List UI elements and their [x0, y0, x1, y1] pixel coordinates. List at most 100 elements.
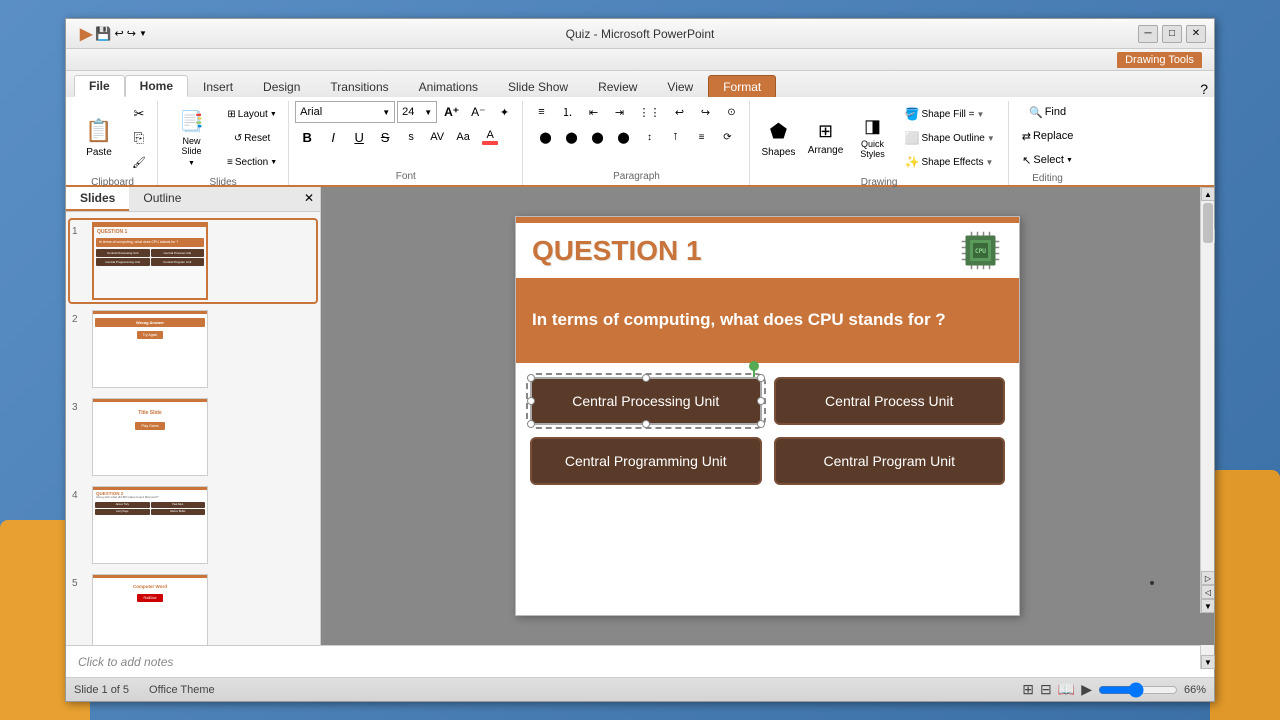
section-button[interactable]: ≡ Section ▼ — [222, 151, 282, 173]
slide-item[interactable]: 3 Title Slide Play Game — [70, 396, 316, 478]
tab-file[interactable]: File — [74, 75, 125, 97]
slide-item[interactable]: 1 QUESTION 1 In terms of computing, what… — [70, 220, 316, 302]
tab-home[interactable]: Home — [125, 75, 188, 97]
font-increase-button[interactable]: A⁺ — [439, 101, 464, 123]
canvas-scroll-up[interactable]: ▲ — [1201, 187, 1214, 201]
bold-button[interactable]: B — [295, 126, 319, 148]
bullets-button[interactable]: ≡ — [529, 101, 553, 123]
clear-format-button[interactable]: ✦ — [492, 101, 516, 123]
smart-art-button[interactable]: ⊙ — [719, 101, 743, 123]
tab-review[interactable]: Review — [583, 75, 652, 97]
slide-item[interactable]: 4 QUESTION 2 Along with what did Bill Ga… — [70, 484, 316, 566]
canvas-scroll-thumb[interactable] — [1203, 203, 1213, 243]
canvas-scroll-down[interactable]: ▼ — [1201, 599, 1214, 613]
undo-icon[interactable]: ↩ — [115, 27, 124, 40]
tab-transitions[interactable]: Transitions — [315, 75, 403, 97]
line-spacing-button[interactable]: ↕ — [637, 126, 661, 148]
tab-animations[interactable]: Animations — [404, 75, 493, 97]
panel-tab-outline[interactable]: Outline — [129, 187, 195, 211]
drawing-tools-bar: Drawing Tools — [66, 49, 1214, 71]
convert-smartart-button[interactable]: ⟳ — [715, 126, 739, 148]
tab-slideshow[interactable]: Slide Show — [493, 75, 583, 97]
shape-effects-button[interactable]: ✨ Shape Effects ▼ — [897, 151, 1001, 173]
shape-fill-button[interactable]: 🪣 Shape Fill = ▼ — [897, 103, 1001, 125]
shadow-button[interactable]: s — [399, 126, 423, 148]
answer-button-4[interactable]: Central Program Unit — [774, 437, 1006, 485]
save-icon[interactable]: 💾 — [95, 26, 111, 42]
zoom-slider[interactable] — [1098, 682, 1178, 698]
handle-bc[interactable] — [642, 420, 650, 428]
layout-button[interactable]: ⊞ Layout ▼ — [222, 103, 282, 125]
ltr-button[interactable]: ↪ — [693, 101, 717, 123]
slide-item[interactable]: 2 Wrong Answer Try Again — [70, 308, 316, 390]
align-left-button[interactable]: ⬤ — [533, 126, 557, 148]
canvas-scroll-extra2[interactable]: ▷ — [1201, 571, 1214, 585]
justify-button[interactable]: ⬤ — [611, 126, 635, 148]
answer-button-1[interactable]: Central Processing Unit — [530, 377, 762, 425]
handle-ml[interactable] — [527, 397, 535, 405]
strikethrough-button[interactable]: S — [373, 126, 397, 148]
arrange-button[interactable]: ⊞ Arrange — [803, 108, 847, 168]
help-icon[interactable]: ? — [1200, 81, 1208, 97]
close-panel-button[interactable]: ✕ — [298, 187, 320, 211]
copy-button[interactable]: ⎘ — [127, 127, 151, 149]
canvas-scrollbar-right[interactable]: ▲ ▼ ◁ ▷ — [1200, 187, 1214, 613]
align-right-button[interactable]: ⬤ — [585, 126, 609, 148]
notes-area[interactable]: Click to add notes — [66, 645, 1214, 677]
columns-button[interactable]: ⋮⋮ — [633, 101, 665, 123]
font-size-dropdown[interactable]: 24 ▼ — [397, 101, 437, 123]
replace-button[interactable]: ⇄ Replace — [1015, 125, 1081, 147]
answer-button-3[interactable]: Central Programming Unit — [530, 437, 762, 485]
minimize-button[interactable]: ─ — [1138, 25, 1158, 43]
char-spacing-button[interactable]: AV — [425, 126, 449, 148]
font-decrease-button[interactable]: A⁻ — [466, 101, 490, 123]
normal-view-button[interactable]: ⊞ — [1022, 681, 1034, 698]
reading-view-button[interactable]: 📖 — [1058, 681, 1075, 698]
text-direction-button[interactable]: ⊺ — [663, 126, 687, 148]
underline-button[interactable]: U — [347, 126, 371, 148]
tab-format[interactable]: Format — [708, 75, 776, 97]
reset-button[interactable]: ↺ Reset — [222, 127, 282, 149]
italic-button[interactable]: I — [321, 126, 345, 148]
rtl-button[interactable]: ↩ — [667, 101, 691, 123]
decrease-indent-button[interactable]: ⇤ — [581, 101, 605, 123]
slide-sorter-button[interactable]: ⊟ — [1040, 681, 1052, 698]
rotation-handle[interactable] — [749, 361, 759, 371]
tab-design[interactable]: Design — [248, 75, 315, 97]
dropdown-icon[interactable]: ▼ — [139, 29, 147, 38]
align-center-button[interactable]: ⬤ — [559, 126, 583, 148]
close-button[interactable]: ✕ — [1186, 25, 1206, 43]
quick-styles-button[interactable]: ◨ QuickStyles — [850, 108, 894, 168]
handle-br[interactable] — [757, 420, 765, 428]
shape-outline-button[interactable]: ⬜ Shape Outline ▼ — [897, 127, 1001, 149]
handle-mr[interactable] — [757, 397, 765, 405]
font-color-button[interactable]: A — [477, 126, 503, 148]
select-button[interactable]: ↖ Select ▼ — [1015, 149, 1080, 171]
slide-item[interactable]: 5 Computer Word RollDice — [70, 572, 316, 645]
slideshow-button[interactable]: ▶ — [1081, 681, 1092, 698]
numbering-button[interactable]: ⒈ — [555, 101, 579, 123]
font-name-dropdown[interactable]: Arial ▼ — [295, 101, 395, 123]
layout-arrow: ▼ — [270, 111, 277, 118]
canvas-scroll-extra1[interactable]: ◁ — [1201, 585, 1214, 599]
cut-button[interactable]: ✂ — [127, 103, 151, 125]
handle-tl[interactable] — [527, 374, 535, 382]
handle-tc[interactable] — [642, 374, 650, 382]
handle-tr[interactable] — [757, 374, 765, 382]
shapes-button[interactable]: ⬟ Shapes — [756, 108, 800, 168]
paste-button[interactable]: 📋 Paste — [74, 108, 124, 168]
answer-button-2[interactable]: Central Process Unit — [774, 377, 1006, 425]
format-painter-button[interactable]: 🖌 — [127, 151, 151, 173]
tab-view[interactable]: View — [652, 75, 708, 97]
maximize-button[interactable]: □ — [1162, 25, 1182, 43]
redo-icon[interactable]: ↪ — [127, 27, 136, 40]
find-button[interactable]: 🔍 Find — [1022, 101, 1073, 123]
change-case-button[interactable]: Aa — [451, 126, 475, 148]
panel-tab-slides[interactable]: Slides — [66, 187, 129, 211]
text-align-button[interactable]: ≡ — [689, 126, 713, 148]
new-slide-button[interactable]: 📑 NewSlide ▼ — [164, 108, 219, 168]
increase-indent-button[interactable]: ⇥ — [607, 101, 631, 123]
handle-bl[interactable] — [527, 420, 535, 428]
slide-canvas[interactable]: QUESTION 1 — [515, 216, 1020, 616]
tab-insert[interactable]: Insert — [188, 75, 248, 97]
